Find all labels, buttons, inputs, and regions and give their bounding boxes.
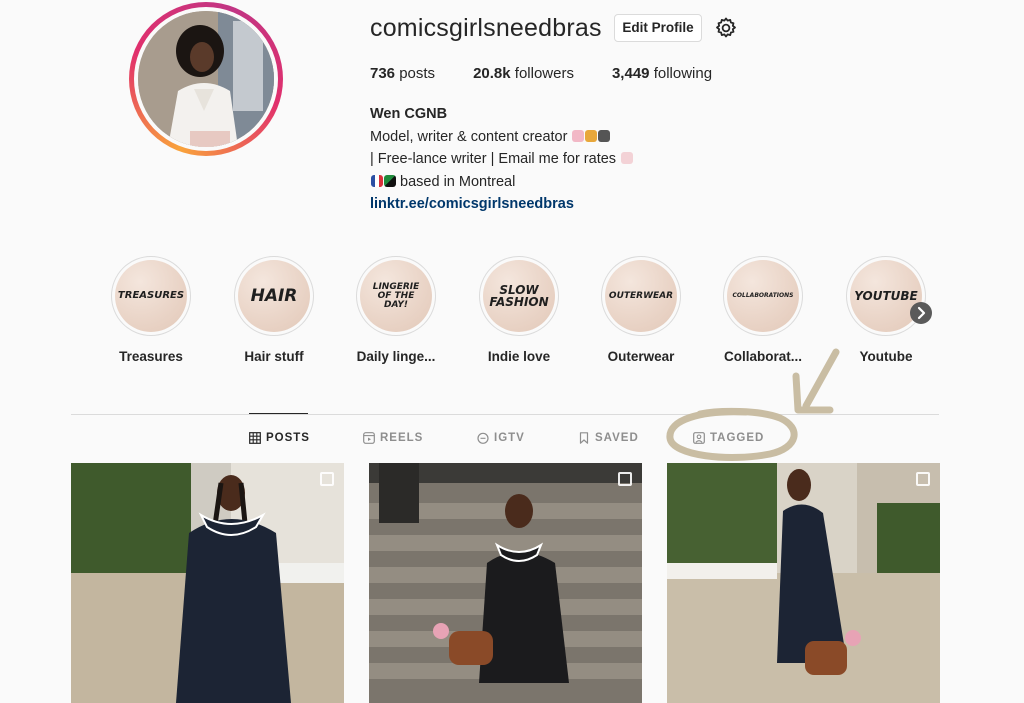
bio-link[interactable]: linktr.ee/comicsgirlsneedbras	[370, 193, 633, 216]
bio-line-1-text: Model, writer & content creator	[370, 128, 568, 145]
highlight-cover: TREASURES	[115, 260, 187, 332]
highlight-slow-fashion[interactable]: SLOW FASHION Indie love	[475, 256, 563, 364]
bookmark-icon	[579, 432, 589, 444]
highlight-ring: HAIR	[234, 256, 314, 336]
comic-emoji-icon	[585, 129, 598, 142]
highlight-cover: HAIR	[238, 260, 310, 332]
highlight-ring: SLOW FASHION	[479, 256, 559, 336]
multiple-photos-icon	[618, 472, 632, 486]
highlight-cover: OUTERWEAR	[605, 260, 677, 332]
lingerie-emoji-icon	[572, 129, 585, 142]
tab-igtv-label: IGTV	[494, 432, 525, 444]
post-thumbnail[interactable]	[667, 463, 940, 703]
following-count: 3,449	[611, 65, 650, 82]
settings-gear-icon[interactable]	[714, 16, 738, 40]
highlight-label: Hair stuff	[244, 349, 304, 364]
annotation-circle-arrow	[666, 348, 840, 461]
france-flag-icon	[371, 174, 383, 187]
profile-full-name: Wen CGNB	[370, 106, 448, 122]
highlight-ring: COLLABORATIONS	[723, 256, 803, 336]
tab-posts-label: POSTS	[266, 432, 310, 444]
bio-line-3: based in Montreal	[370, 171, 633, 194]
followers-label: followers	[514, 65, 574, 82]
multiple-photos-icon	[916, 472, 930, 486]
tab-reels[interactable]: REELS	[363, 432, 423, 444]
highlight-lingerie[interactable]: LINGERIE OF THE DAY! Daily linge...	[352, 256, 440, 364]
highlight-ring: OUTERWEAR	[601, 256, 681, 336]
post-photo	[369, 463, 642, 703]
laptop-emoji-icon	[598, 129, 611, 142]
highlight-label: Daily linge...	[356, 349, 436, 364]
envelope-heart-emoji-icon	[621, 152, 634, 164]
highlight-ring: LINGERIE OF THE DAY!	[356, 256, 436, 336]
post-photo	[667, 463, 940, 703]
chevron-right-icon	[917, 306, 926, 320]
highlight-hair[interactable]: HAIR Hair stuff	[230, 256, 318, 364]
reels-icon	[363, 432, 375, 444]
posts-count: 736	[370, 65, 396, 82]
profile-stats: 736 posts 20.8k followers 3,449 followin…	[370, 65, 750, 82]
followers-stat[interactable]: 20.8k followers	[473, 65, 574, 82]
following-label: following	[653, 65, 713, 82]
highlight-label: Indie love	[487, 349, 551, 364]
highlight-ring: YOUTUBE	[846, 256, 926, 336]
highlight-ring: TREASURES	[111, 256, 191, 336]
edit-profile-button[interactable]: Edit Profile	[614, 14, 702, 42]
tab-igtv[interactable]: IGTV	[477, 432, 525, 444]
avatar-photo-illustration	[138, 11, 274, 147]
profile-bio: Wen CGNB Model, writer & content creator…	[370, 103, 634, 216]
profile-avatar[interactable]	[138, 11, 274, 147]
highlights-next-button[interactable]	[910, 302, 932, 324]
tab-posts[interactable]: POSTS	[249, 432, 310, 444]
active-tab-indicator	[249, 413, 308, 414]
post-photo	[71, 463, 344, 703]
tab-saved-label: SAVED	[595, 432, 639, 444]
highlight-cover: COLLABORATIONS	[727, 260, 799, 332]
post-thumbnail[interactable]	[71, 463, 344, 703]
bio-line-3-text: based in Montreal	[400, 173, 516, 190]
highlight-cover: LINGERIE OF THE DAY!	[360, 260, 432, 332]
grid-icon	[249, 432, 261, 444]
multiple-photos-icon	[320, 472, 334, 486]
bio-line-2: | Free-lance writer | Email me for rates	[370, 148, 634, 171]
post-thumbnail[interactable]	[369, 463, 642, 703]
followers-count: 20.8k	[473, 65, 511, 82]
igtv-icon	[477, 432, 489, 444]
highlight-treasures[interactable]: TREASURES Treasures	[107, 256, 195, 364]
posts-stat: 736 posts	[370, 65, 435, 82]
tab-saved[interactable]: SAVED	[578, 432, 639, 444]
posts-label: posts	[399, 65, 436, 82]
highlight-label: Treasures	[119, 349, 183, 364]
profile-username: comicsgirlsneedbras	[370, 14, 602, 42]
bio-line-2-text: | Free-lance writer | Email me for rates	[370, 151, 617, 167]
following-stat[interactable]: 3,449 following	[612, 65, 712, 82]
bio-line-1: Model, writer & content creator	[370, 126, 633, 149]
tab-reels-label: REELS	[380, 432, 424, 444]
highlight-cover: SLOW FASHION	[483, 260, 555, 332]
flag-emoji-icon	[384, 174, 396, 187]
